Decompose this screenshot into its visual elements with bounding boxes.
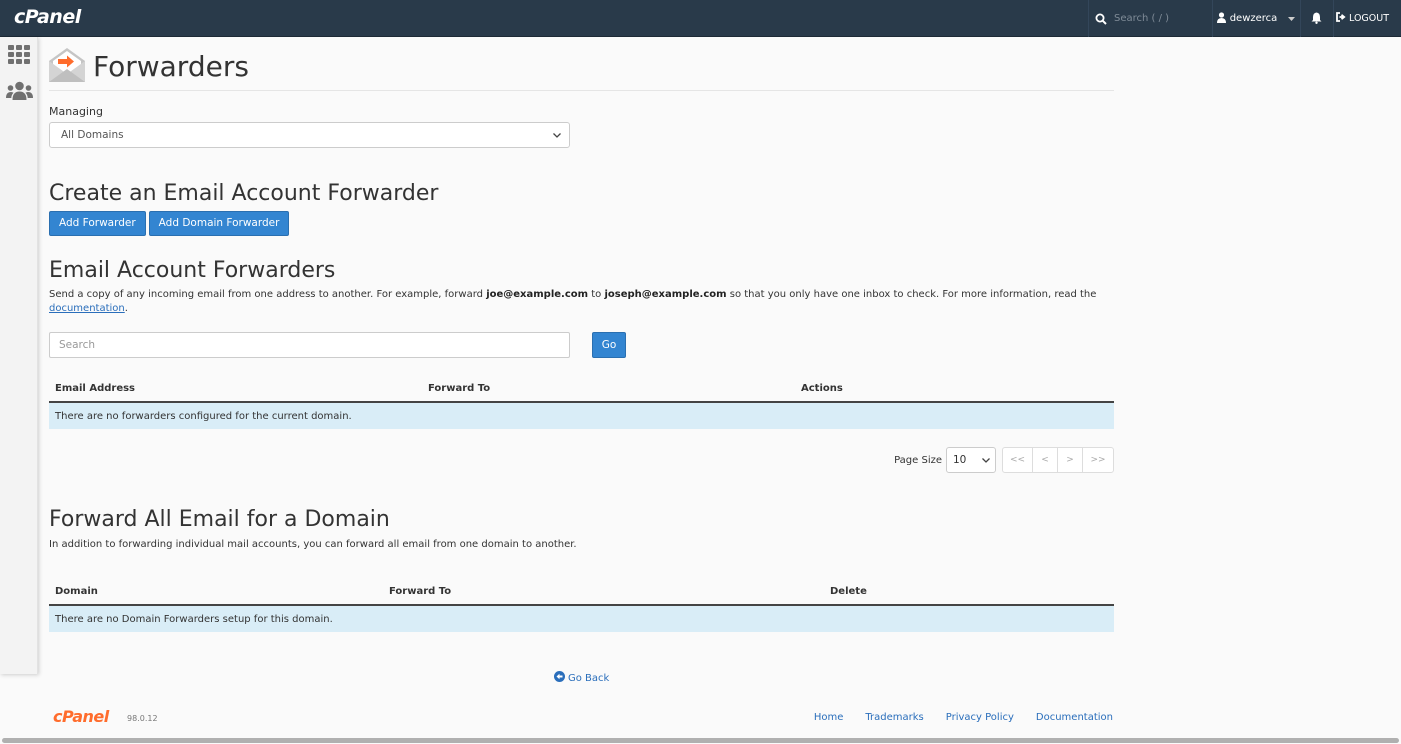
footer-link-documentation[interactable]: Documentation [1036,712,1113,723]
domain-forwarders-heading: Forward All Email for a Domain [49,507,390,532]
go-button[interactable]: Go [592,332,626,358]
domain-forwarders-table: Domain Forward To Delete There are no Do… [49,578,1114,632]
empty-message: There are no forwarders configured for t… [49,402,1114,429]
managing-domain-value: All Domains [61,129,124,141]
pager: << < > >> [1002,447,1114,473]
column-header-forward-to[interactable]: Forward To [422,375,795,403]
email-forward-icon [49,47,85,87]
first-page-button[interactable]: << [1003,448,1033,472]
notifications-button[interactable] [1300,0,1333,37]
footer-link-trademarks[interactable]: Trademarks [865,712,923,723]
username: dewzerca [1229,13,1278,24]
horizontal-scrollbar[interactable] [2,738,1399,743]
desc-text: . [124,303,128,314]
chevron-down-icon [982,454,990,466]
global-search[interactable] [1088,0,1208,37]
go-back-link[interactable]: Go Back [554,671,609,685]
arrow-circle-left-icon [554,671,565,685]
managing-domain-select[interactable]: All Domains [49,122,570,148]
sidebar-item-tools[interactable] [0,39,38,75]
go-back-label: Go Back [568,672,610,684]
email-forwarders-heading: Email Account Forwarders [49,258,336,283]
page-size-label: Page Size [894,454,942,466]
last-page-button[interactable]: >> [1083,448,1113,472]
desc-text: to [588,289,605,300]
page-size-select[interactable]: 10 [946,447,996,473]
logout-label: LOGOUT [1349,13,1390,24]
table-row: There are no forwarders configured for t… [49,402,1114,429]
email-forwarders-description: Send a copy of any incoming email from o… [49,288,1114,316]
footer-links: Home Trademarks Privacy Policy Documenta… [814,712,1113,723]
desc-text: so that you only have one inbox to check… [726,289,1097,300]
column-header-forward-to[interactable]: Forward To [383,578,824,606]
user-menu[interactable]: dewzerca [1212,0,1300,37]
logout-button[interactable]: LOGOUT [1336,0,1396,37]
column-header-actions: Actions [795,375,1114,403]
caret-down-icon [1288,13,1296,24]
next-page-button[interactable]: > [1058,448,1083,472]
documentation-link[interactable]: documentation [49,303,125,314]
footer-link-privacy-policy[interactable]: Privacy Policy [946,712,1014,723]
add-domain-forwarder-button[interactable]: Add Domain Forwarder [148,211,290,236]
example-target-email: joseph@example.com [604,289,727,300]
left-sidebar [0,37,38,674]
cpanel-logo[interactable]: cPanel [14,6,81,28]
domain-forwarders-description: In addition to forwarding individual mai… [49,539,577,550]
example-source-email: joe@example.com [486,289,589,300]
search-icon [1088,13,1114,25]
forwarder-search-row: Go [49,332,1114,358]
table-row: There are no Domain Forwarders setup for… [49,605,1114,632]
version-number: 98.0.12 [127,714,158,723]
column-header-domain[interactable]: Domain [49,578,383,606]
divider [1333,0,1334,37]
footer-link-home[interactable]: Home [814,712,844,723]
page-size-value: 10 [953,454,967,466]
users-icon [5,81,33,105]
page-header: Forwarders [49,37,1114,91]
grid-icon [8,45,30,69]
email-forwarders-table: Email Address Forward To Actions There a… [49,375,1114,429]
create-forwarder-heading: Create an Email Account Forwarder [49,181,439,206]
add-forwarder-button[interactable]: Add Forwarder [49,211,146,236]
sign-out-icon [1336,12,1346,25]
page-title: Forwarders [93,50,249,83]
footer-cpanel-logo: cPanel [53,707,109,726]
sidebar-item-users[interactable] [0,75,38,111]
prev-page-button[interactable]: < [1033,448,1058,472]
chevron-down-icon [553,129,561,141]
column-header-email-address[interactable]: Email Address [49,375,422,403]
global-search-input[interactable] [1114,13,1202,24]
empty-message: There are no Domain Forwarders setup for… [49,605,1114,632]
main-content: Forwarders Managing All Domains Create a… [49,37,1114,632]
forwarder-search-input[interactable] [49,332,570,358]
desc-text: Send a copy of any incoming email from o… [49,289,487,300]
managing-label: Managing [49,105,103,118]
pagination-controls: Page Size 10 << < > >> [49,447,1114,473]
user-icon [1216,11,1226,26]
column-header-delete: Delete [824,578,1114,606]
top-navbar: cPanel dewzerca LOGOUT [0,0,1401,37]
bell-icon [1311,9,1322,28]
